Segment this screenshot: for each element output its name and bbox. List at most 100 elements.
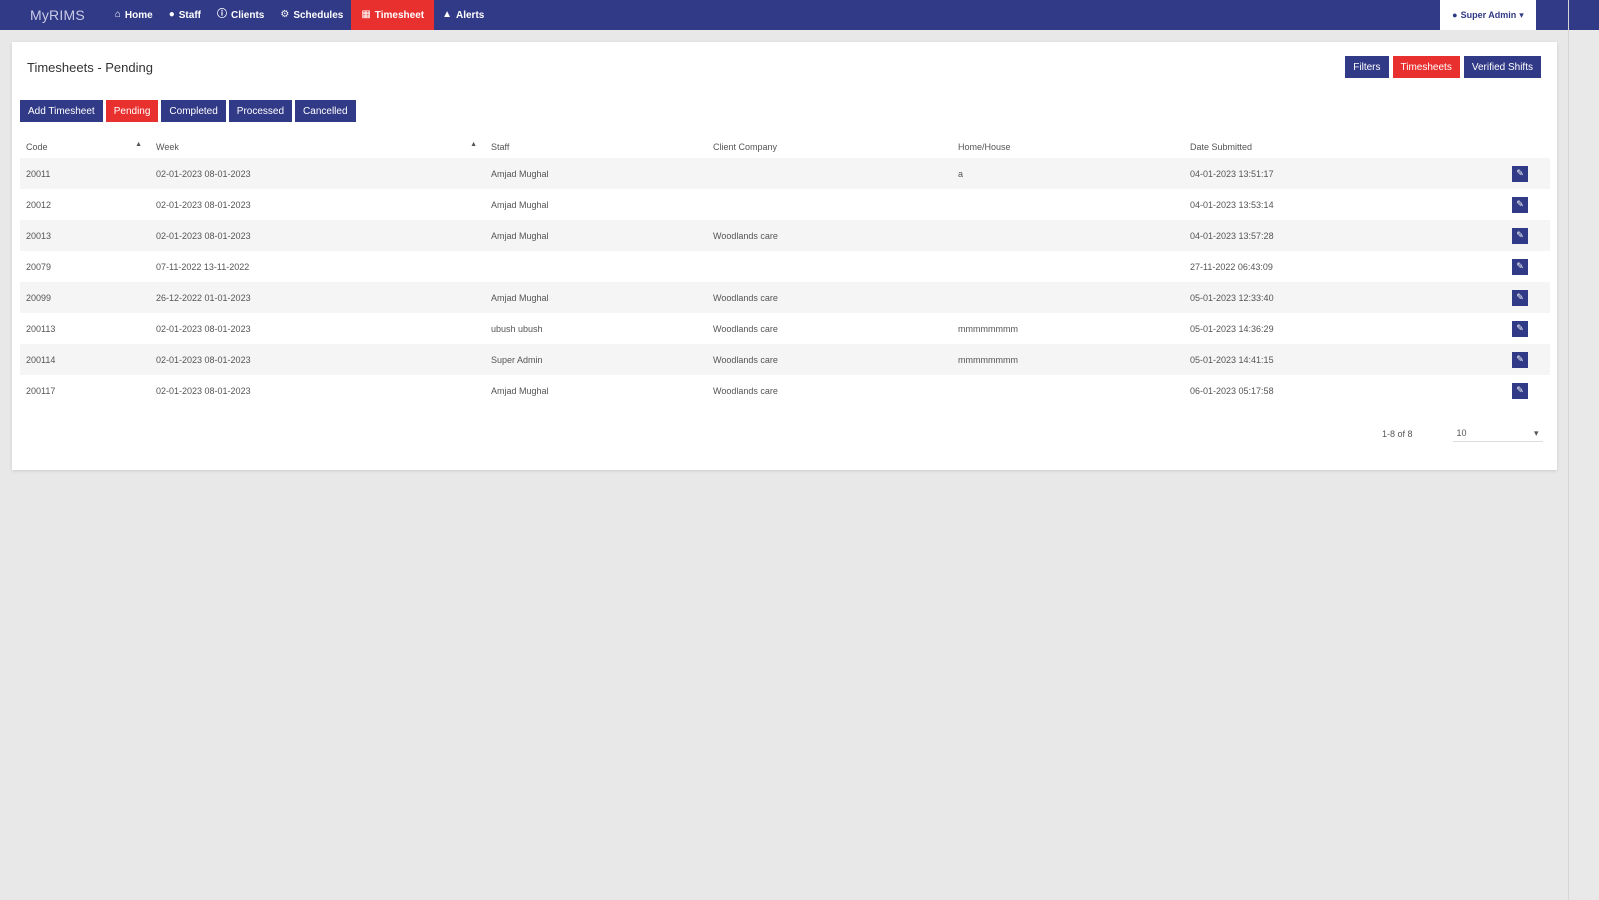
edit-row-button[interactable]: ✎ [1512, 165, 1528, 182]
cell-date-submitted: 04-01-2023 13:57:28 [1184, 220, 1434, 251]
nav-home-label: Home [124, 9, 153, 21]
column-header-date-submitted[interactable]: Date Submitted [1184, 136, 1434, 158]
cell-date-submitted: 04-01-2023 13:51:17 [1184, 158, 1434, 189]
table-header-row: Code ▲ Week ▲ Staff Client Company Home/Ho… [20, 136, 1550, 158]
column-header-code[interactable]: Code ▲ [20, 136, 150, 158]
timesheets-button[interactable]: Timesheets [1392, 56, 1460, 78]
nav-alerts[interactable]: ▲ Alerts [434, 0, 492, 30]
edit-row-button[interactable]: ✎ [1512, 289, 1528, 306]
cell-week: 02-01-2023 08-01-2023 [156, 323, 251, 334]
cell-week: 02-01-2023 08-01-2023 [156, 199, 251, 210]
table-row[interactable]: 200113 02-01-2023 08-01-2023 ubush ubush… [20, 313, 1550, 344]
cell-staff: Super Admin [485, 344, 707, 375]
cell-client-company [707, 251, 952, 282]
sort-icon[interactable]: ▲ [470, 141, 477, 148]
cell-code: 20012 [26, 199, 52, 210]
table-row[interactable]: 20011 02-01-2023 08-01-2023 Amjad Mughal… [20, 158, 1550, 189]
top-navbar: MyRIMS ⌂ Home ● Staff ⓘ Clients ⚙ Schedu… [0, 0, 1568, 30]
cell-client-company [707, 158, 952, 189]
cell-client-company: Woodlands care [707, 220, 952, 251]
user-icon: ● [1452, 10, 1458, 20]
cell-date-submitted: 27-11-2022 06:43:09 [1190, 261, 1273, 272]
nav-staff[interactable]: ● Staff [161, 0, 209, 30]
filters-button[interactable]: Filters [1345, 56, 1389, 78]
cell-client-company: Woodlands care [713, 323, 778, 334]
cell-week: 02-01-2023 08-01-2023 [150, 158, 485, 189]
tab-processed[interactable]: Processed [228, 100, 293, 122]
timesheets-table: Code ▲ Week ▲ Staff Client Company Home/Ho… [20, 136, 1550, 406]
tab-cancelled[interactable]: Cancelled [295, 100, 356, 122]
cell-week: 02-01-2023 08-01-2023 [150, 344, 485, 375]
nav-alerts-label: Alerts [456, 9, 485, 21]
tab-pending[interactable]: Pending [105, 100, 159, 122]
edit-row-button[interactable]: ✎ [1512, 320, 1528, 337]
cell-code: 200113 [26, 323, 56, 334]
edit-row-button[interactable]: ✎ [1512, 196, 1528, 213]
pagination: 1-8 of 8 10 ▾ [1382, 426, 1543, 442]
nav-timesheet[interactable]: ▦ Timesheet [351, 0, 435, 30]
status-tabs: Add Timesheet Pending Completed Processe… [20, 100, 356, 122]
column-header-actions [1434, 136, 1550, 158]
table-row[interactable]: 20099 26-12-2022 01-01-2023 Amjad Mughal… [20, 282, 1550, 313]
chevron-down-icon: ▾ [1534, 428, 1539, 438]
vertical-scrollbar[interactable] [1568, 0, 1599, 900]
cell-staff: Amjad Mughal [485, 282, 707, 313]
sort-icon[interactable]: ▲ [135, 141, 142, 148]
nav-clients-label: Clients [231, 9, 265, 21]
info-icon: ⓘ [217, 9, 227, 20]
warning-icon: ▲ [442, 9, 452, 20]
nav-home[interactable]: ⌂ Home [107, 0, 161, 30]
cell-week: 07-11-2022 13-11-2022 [156, 261, 250, 272]
column-header-week[interactable]: Week ▲ [150, 136, 485, 158]
edit-row-button[interactable]: ✎ [1512, 258, 1528, 275]
cell-week: 02-01-2023 08-01-2023 [150, 220, 485, 251]
header-actions: Filters Timesheets Verified Shifts [1345, 56, 1541, 78]
cell-home-house: a [952, 158, 1184, 189]
cell-week: 02-01-2023 08-01-2023 [156, 385, 251, 396]
edit-row-button[interactable]: ✎ [1512, 351, 1528, 368]
edit-row-button[interactable]: ✎ [1512, 227, 1528, 244]
cell-client-company: Woodlands care [707, 282, 952, 313]
cell-date-submitted: 06-01-2023 05:17:58 [1190, 385, 1274, 396]
cell-home-house [952, 220, 1184, 251]
user-menu[interactable]: ● Super Admin ▾ [1440, 0, 1536, 30]
table-row[interactable]: 200114 02-01-2023 08-01-2023 Super Admin… [20, 344, 1550, 375]
calendar-icon: ▦ [361, 9, 371, 20]
user-icon: ● [168, 9, 175, 20]
nav-schedules-label: Schedules [293, 9, 344, 21]
add-timesheet-button[interactable]: Add Timesheet [20, 100, 103, 122]
timesheets-card: Timesheets - Pending Filters Timesheets … [12, 42, 1557, 470]
cell-home-house [952, 282, 1184, 313]
cell-week: 26-12-2022 01-01-2023 [150, 282, 485, 313]
user-menu-label: Super Admin [1460, 10, 1517, 20]
edit-row-button[interactable]: ✎ [1512, 382, 1528, 399]
cell-date-submitted: 04-01-2023 13:53:14 [1190, 199, 1274, 210]
cell-home-house: mmmmmmmm [958, 323, 1018, 334]
brand-logo[interactable]: MyRIMS [0, 7, 107, 23]
column-header-home-house[interactable]: Home/House [952, 136, 1184, 158]
nav-timesheet-label: Timesheet [374, 9, 425, 21]
cell-staff: Amjad Mughal [485, 158, 707, 189]
nav-clients[interactable]: ⓘ Clients [209, 0, 272, 30]
table-row[interactable]: 200117 02-01-2023 08-01-2023 Amjad Mugha… [20, 375, 1550, 406]
column-header-staff[interactable]: Staff [485, 136, 707, 158]
table-row[interactable]: 20013 02-01-2023 08-01-2023 Amjad Mughal… [20, 220, 1550, 251]
gear-icon: ⚙ [280, 9, 290, 20]
rows-per-page-value: 10 [1456, 428, 1467, 438]
cell-code: 200117 [26, 385, 56, 396]
table-row[interactable]: 20012 02-01-2023 08-01-2023 Amjad Mughal… [20, 189, 1550, 220]
tab-completed[interactable]: Completed [161, 100, 226, 122]
cell-code: 20011 [20, 158, 150, 189]
chevron-down-icon: ▾ [1519, 9, 1524, 20]
cell-code: 20013 [20, 220, 150, 251]
cell-staff: Amjad Mughal [485, 220, 707, 251]
nav-staff-label: Staff [178, 9, 201, 21]
table-row[interactable]: 20079 07-11-2022 13-11-2022 27-11-2022 0… [20, 251, 1550, 282]
nav-schedules[interactable]: ⚙ Schedules [272, 0, 351, 30]
verified-shifts-button[interactable]: Verified Shifts [1463, 56, 1541, 78]
cell-date-submitted: 05-01-2023 12:33:40 [1184, 282, 1434, 313]
column-header-client-company[interactable]: Client Company [707, 136, 952, 158]
scrollbar-top [1569, 0, 1599, 30]
cell-code: 20079 [26, 261, 52, 272]
rows-per-page-select[interactable]: 10 ▾ [1452, 426, 1543, 442]
